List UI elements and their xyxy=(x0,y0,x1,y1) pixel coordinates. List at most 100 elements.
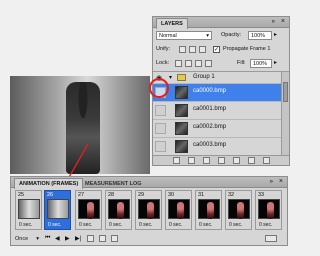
frame-cell[interactable]: 32 0 sec. xyxy=(225,190,252,230)
new-group-icon[interactable] xyxy=(233,157,242,164)
annotation-circle xyxy=(149,78,169,98)
lock-move-icon[interactable] xyxy=(195,60,204,67)
lock-transparency-icon[interactable] xyxy=(175,60,184,67)
tab-animation-frames[interactable]: ANIMATION (FRAMES) xyxy=(14,178,84,189)
frame-number: 31 xyxy=(198,192,205,198)
layer-name: ca0001.bmp xyxy=(193,106,227,112)
frame-thumbnail xyxy=(198,199,220,219)
layers-scrollbar[interactable] xyxy=(281,72,289,156)
duplicate-frame-icon[interactable] xyxy=(99,235,108,242)
layers-panel: LAYERS » × Normal ▾ Opacity: 100% ▸ Unif… xyxy=(152,16,290,166)
unify-style-icon[interactable] xyxy=(199,46,208,53)
animation-panel: ANIMATION (FRAMES) MEASUREMENT LOG » × 2… xyxy=(10,176,288,246)
chevron-down-icon: ▾ xyxy=(206,33,209,39)
layer-name: ca0000.bmp xyxy=(193,88,227,94)
mask-icon[interactable] xyxy=(203,157,212,164)
link-icon[interactable] xyxy=(173,157,182,164)
frame-thumbnail xyxy=(47,199,69,219)
tab-measurement-log[interactable]: MEASUREMENT LOG xyxy=(81,179,146,189)
close-icon[interactable]: × xyxy=(279,178,283,185)
layer-group-row[interactable]: ◉ ▾ Group 1 xyxy=(153,72,281,84)
frame-delay[interactable]: 0 sec. xyxy=(199,222,212,228)
adjustment-icon[interactable] xyxy=(218,157,227,164)
expand-triangle-icon[interactable]: ▾ xyxy=(169,74,172,81)
frame-thumbnail xyxy=(78,199,100,219)
lock-brush-icon[interactable] xyxy=(185,60,194,67)
lock-all-icon[interactable] xyxy=(205,60,214,67)
loop-select[interactable]: Once ▾ xyxy=(15,235,41,244)
visibility-toggle-box[interactable] xyxy=(155,123,166,134)
frame-cell[interactable]: 29 0 sec. xyxy=(135,190,162,230)
trash-icon[interactable] xyxy=(111,235,120,242)
fill-label: Fill: xyxy=(237,60,246,66)
new-layer-icon[interactable] xyxy=(248,157,257,164)
frame-delay[interactable]: 0 sec. xyxy=(48,222,61,228)
lock-label: Lock: xyxy=(156,60,170,66)
propagate-label: Propagate Frame 1 xyxy=(223,46,271,52)
group-name: Group 1 xyxy=(193,74,215,80)
frame-cell[interactable]: 33 0 sec. xyxy=(255,190,282,230)
frame-thumbnail xyxy=(258,199,280,219)
layer-thumbnail xyxy=(175,86,188,99)
opacity-label: Opacity: xyxy=(221,32,242,38)
unify-visibility-icon[interactable] xyxy=(189,46,198,53)
previous-frame-icon[interactable]: ◀ xyxy=(55,235,60,242)
timeline-convert-icon[interactable] xyxy=(265,235,279,242)
frame-thumbnail xyxy=(228,199,250,219)
opacity-arrow-icon[interactable]: ▸ xyxy=(274,31,277,38)
layer-name: ca0002.bmp xyxy=(193,124,227,130)
frame-delay[interactable]: 0 sec. xyxy=(109,222,122,228)
fill-arrow-icon[interactable]: ▸ xyxy=(274,59,277,66)
loop-value: Once xyxy=(15,236,29,242)
collapse-icon[interactable]: » xyxy=(270,179,273,185)
frame-delay[interactable]: 0 sec. xyxy=(79,222,92,228)
frame-delay[interactable]: 0 sec. xyxy=(229,222,242,228)
frame-delay[interactable]: 0 sec. xyxy=(139,222,152,228)
scrollbar-thumb[interactable] xyxy=(283,82,288,102)
collapse-icon[interactable]: » xyxy=(272,19,275,25)
folder-icon xyxy=(177,74,186,81)
frame-cell[interactable]: 28 0 sec. xyxy=(105,190,132,230)
frame-cell[interactable]: 30 0 sec. xyxy=(165,190,192,230)
layer-thumbnail xyxy=(175,122,188,135)
frame-cell-selected[interactable]: 26 0 sec. xyxy=(44,190,71,230)
frame-number: 25 xyxy=(18,192,25,198)
frame-number: 28 xyxy=(108,192,115,198)
propagate-checkbox[interactable]: ✓ xyxy=(213,46,220,53)
layer-thumbnail xyxy=(175,104,188,117)
frame-delay[interactable]: 0 sec. xyxy=(19,222,32,228)
visibility-toggle-box[interactable] xyxy=(155,141,166,152)
tween-icon[interactable] xyxy=(87,235,96,242)
tab-layers[interactable]: LAYERS xyxy=(156,18,188,29)
play-icon[interactable]: ▶ xyxy=(65,235,70,242)
layer-list: ◉ ▾ Group 1 ca0000.bmp ca0001.bmp ca0002… xyxy=(153,71,289,156)
layer-row[interactable]: ca0002.bmp xyxy=(153,120,281,138)
next-frame-icon[interactable]: ▶| xyxy=(75,235,81,242)
fx-icon[interactable] xyxy=(188,157,197,164)
layer-row[interactable]: ca0003.bmp xyxy=(153,138,281,156)
unify-position-icon[interactable] xyxy=(179,46,188,53)
trash-icon[interactable] xyxy=(263,157,272,164)
visibility-toggle-box[interactable] xyxy=(155,105,166,116)
frame-delay[interactable]: 0 sec. xyxy=(169,222,182,228)
fill-field[interactable]: 100% xyxy=(250,59,272,68)
layers-toolbar xyxy=(153,155,289,165)
frame-cell[interactable]: 27 0 sec. xyxy=(75,190,102,230)
frame-number: 30 xyxy=(168,192,175,198)
close-icon[interactable]: × xyxy=(281,18,285,25)
frame-number: 27 xyxy=(78,192,85,198)
frame-cell[interactable]: 25 0 sec. xyxy=(15,190,42,230)
frame-thumbnail xyxy=(138,199,160,219)
opacity-field[interactable]: 100% xyxy=(248,31,272,40)
frame-number: 33 xyxy=(258,192,265,198)
frame-cell[interactable]: 31 0 sec. xyxy=(195,190,222,230)
layer-row[interactable]: ca0001.bmp xyxy=(153,102,281,120)
blend-mode-select[interactable]: Normal ▾ xyxy=(156,31,212,40)
frame-thumbnail xyxy=(168,199,190,219)
frame-strip: 25 0 sec. 26 0 sec. 27 0 sec. 28 0 sec. … xyxy=(15,190,285,232)
first-frame-icon[interactable]: ⏮ xyxy=(45,235,50,242)
animation-controls: Once ▾ ⏮ ◀ ▶ ▶| xyxy=(13,234,285,245)
frame-thumbnail xyxy=(18,199,40,219)
frame-delay[interactable]: 0 sec. xyxy=(259,222,272,228)
layer-row-selected[interactable]: ca0000.bmp xyxy=(153,84,281,102)
